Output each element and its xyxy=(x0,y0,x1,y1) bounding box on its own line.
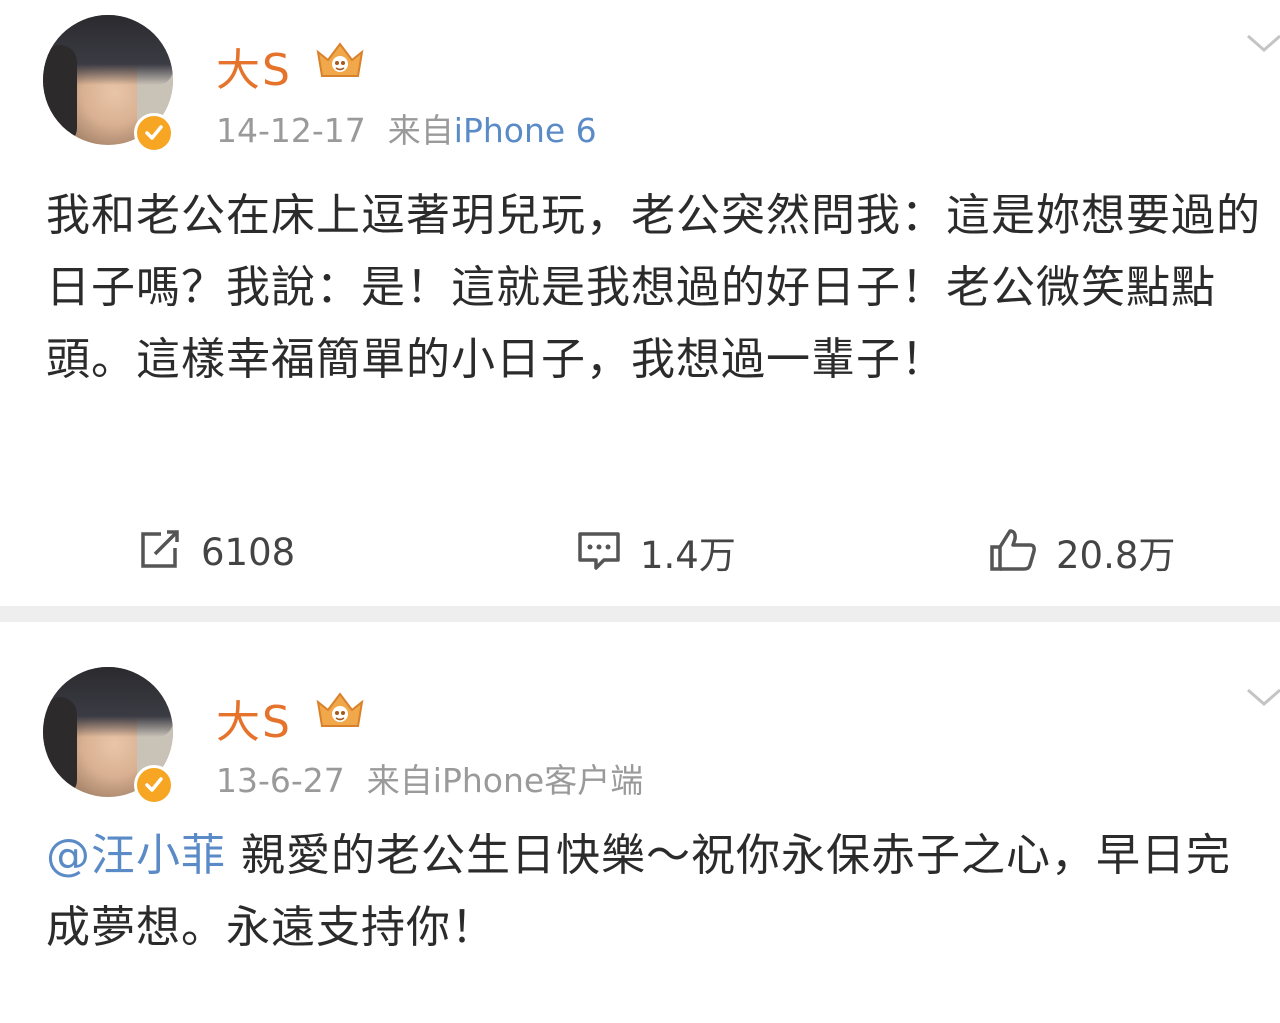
chevron-down-icon[interactable] xyxy=(1244,684,1280,714)
source-prefix: 来自 xyxy=(387,111,454,150)
repost-icon xyxy=(137,528,183,576)
comment-icon xyxy=(576,528,622,576)
post-separator xyxy=(0,606,1280,622)
username[interactable]: 大S xyxy=(216,686,292,750)
like-button[interactable]: 20.8万 xyxy=(988,522,1175,582)
repost-button[interactable]: 6108 xyxy=(137,522,295,582)
mention-link[interactable]: @汪小菲 xyxy=(46,830,226,881)
crown-icon xyxy=(312,38,368,86)
username[interactable]: 大S xyxy=(216,34,292,98)
post-date: 14-12-17 xyxy=(216,111,366,150)
repost-count: 6108 xyxy=(201,530,296,574)
source-device[interactable]: iPhone客户端 xyxy=(433,761,643,800)
chevron-down-icon[interactable] xyxy=(1244,30,1280,60)
post-date: 13-6-27 xyxy=(216,761,345,800)
verified-check-icon xyxy=(134,113,174,153)
post-meta: 13-6-27 来自iPhone客户端 xyxy=(216,754,643,802)
crown-icon xyxy=(312,688,368,736)
post-meta: 14-12-17 来自iPhone 6 xyxy=(216,104,597,152)
post-text: 我和老公在床上逗著玥兒玩，老公突然問我：這是妳想要過的日子嗎？我說：是！這就是我… xyxy=(46,190,1261,385)
post-text: @汪小菲 親愛的老公生日快樂～祝你永保赤子之心，早日完成夢想。永遠支持你！ xyxy=(46,820,1266,964)
feed-post: 大S 13-6-27 来自iPhone客户端 @汪小菲 親愛的老公生日快樂～祝你永… xyxy=(0,622,1280,1023)
comment-count: 1.4万 xyxy=(640,534,736,577)
source-device[interactable]: iPhone 6 xyxy=(454,111,597,150)
like-count: 20.8万 xyxy=(1056,534,1176,577)
action-bar: 6108 1.4万 20.8万 xyxy=(0,522,1280,582)
feed-post: 大S 14-12-17 来自iPhone 6 我和老公在床上逗著玥兒玩，老公突然問… xyxy=(0,0,1280,606)
thumbs-up-icon xyxy=(988,527,1038,577)
verified-check-icon xyxy=(134,765,174,805)
comment-button[interactable]: 1.4万 xyxy=(576,522,736,582)
source-prefix: 来自 xyxy=(366,761,433,800)
